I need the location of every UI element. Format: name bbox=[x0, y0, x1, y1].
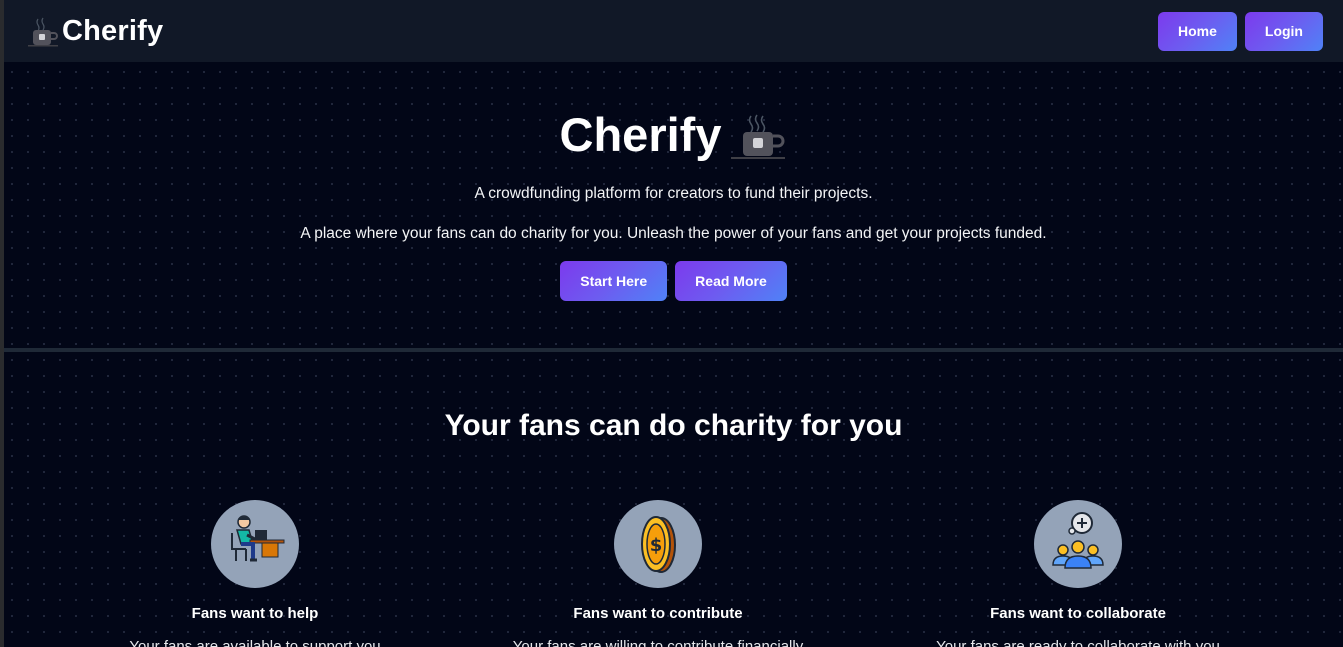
feature-title: Fans want to contribute bbox=[573, 605, 743, 622]
hero-buttons: Start Here Read More bbox=[4, 261, 1343, 301]
feature-card-help: Fans want to help Your fans are availabl… bbox=[90, 500, 420, 647]
features-title: Your fans can do charity for you bbox=[444, 409, 903, 442]
brand-name: Cherify bbox=[62, 15, 164, 47]
feature-description: Your fans are ready to collaborate with … bbox=[936, 638, 1220, 647]
home-button[interactable]: Home bbox=[1157, 11, 1237, 51]
coffee-mug-icon bbox=[28, 17, 58, 47]
feature-icon-circle bbox=[1034, 500, 1122, 588]
person-at-desk-icon bbox=[231, 515, 285, 562]
nav-actions: Home Login bbox=[1157, 11, 1323, 51]
feature-icon-circle: $ bbox=[614, 500, 702, 588]
feature-description: Your fans are available to support you bbox=[129, 638, 381, 647]
navbar: Cherify Home Login bbox=[4, 0, 1343, 62]
group-collaborate-icon bbox=[1052, 512, 1104, 569]
coffee-mug-icon bbox=[731, 114, 786, 159]
section-divider bbox=[4, 348, 1343, 352]
feature-title: Fans want to help bbox=[191, 605, 319, 622]
login-button[interactable]: Login bbox=[1244, 11, 1323, 51]
feature-icon-circle bbox=[211, 500, 299, 588]
brand-logo[interactable]: Cherify bbox=[26, 15, 163, 47]
feature-title: Fans want to collaborate bbox=[990, 605, 1166, 622]
hero-tagline: A crowdfunding platform for creators to … bbox=[474, 185, 873, 202]
hero-section: Cherify A crowdfunding platform for crea… bbox=[4, 62, 1343, 348]
svg-text:$: $ bbox=[650, 535, 663, 556]
gold-coin-icon: $ bbox=[641, 516, 676, 573]
feature-card-contribute: $ Fans want to contribute Your fans are … bbox=[493, 500, 823, 647]
hero-description: A place where your fans can do charity f… bbox=[300, 225, 1047, 242]
hero-title-row: Cherify bbox=[4, 108, 1343, 162]
feature-card-collaborate: Fans want to collaborate Your fans are r… bbox=[913, 500, 1243, 647]
app-root: Cherify Home Login Cherify A crowdfundin… bbox=[4, 0, 1343, 647]
feature-description: Your fans are willing to contribute fina… bbox=[512, 638, 804, 647]
start-here-button[interactable]: Start Here bbox=[560, 261, 668, 301]
hero-title: Cherify bbox=[559, 108, 722, 161]
read-more-button[interactable]: Read More bbox=[675, 261, 787, 301]
